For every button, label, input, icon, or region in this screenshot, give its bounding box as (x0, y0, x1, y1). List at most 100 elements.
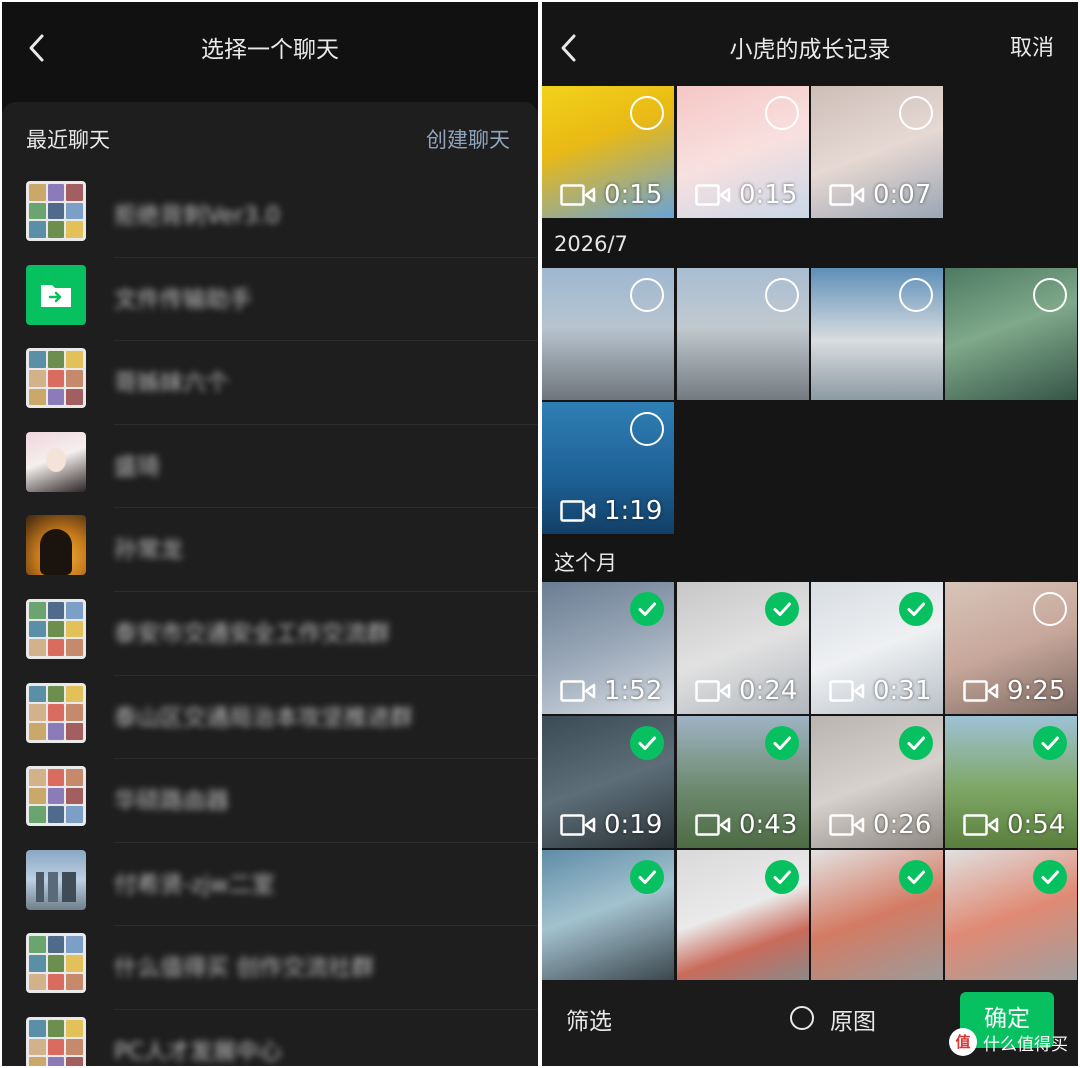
group-avatar-tile (47, 955, 65, 972)
selected-check-icon[interactable] (899, 592, 933, 626)
video-tile[interactable]: 1:52 (542, 582, 674, 714)
avatar (26, 431, 86, 492)
video-tile[interactable]: 0:15 (542, 86, 674, 218)
video-tile[interactable]: 0:07 (811, 86, 943, 218)
cancel-button[interactable]: 取消 (1010, 30, 1054, 62)
photo-tile[interactable] (945, 850, 1077, 982)
video-camera-icon (560, 500, 596, 522)
video-camera-icon (963, 680, 999, 702)
portrait-face (46, 447, 66, 472)
group-avatar-tile (29, 202, 46, 220)
video-tile[interactable]: 9:25 (945, 582, 1077, 714)
selected-check-icon[interactable] (1033, 726, 1067, 760)
photo-tile[interactable] (677, 268, 809, 400)
video-tile[interactable]: 0:43 (677, 716, 809, 848)
original-image-label[interactable]: 原图 (830, 1002, 876, 1036)
photo-tile[interactable] (811, 850, 943, 982)
selected-check-icon[interactable] (765, 860, 799, 894)
chat-item[interactable]: 华硕路由器 (2, 759, 538, 843)
video-duration: 9:25 (1007, 676, 1066, 706)
selected-check-icon[interactable] (899, 860, 933, 894)
group-avatar-tile (47, 221, 65, 238)
photo-tile[interactable] (811, 268, 943, 400)
chat-item[interactable]: 泰山区交通局治本攻坚推进群 (2, 676, 538, 760)
select-circle-icon[interactable] (899, 278, 933, 312)
select-circle-icon[interactable] (765, 96, 799, 130)
selected-check-icon[interactable] (765, 592, 799, 626)
chat-name: PC人才发展中心 (114, 1038, 282, 1065)
original-image-radio[interactable] (790, 1006, 814, 1030)
group-avatar-tile (29, 1057, 46, 1066)
chat-item[interactable]: 泰安市交通安全工作交流群 (2, 592, 538, 676)
select-circle-icon[interactable] (765, 278, 799, 312)
photo-tile[interactable] (945, 268, 1077, 400)
group-avatar-tile (29, 639, 46, 656)
chat-name: 泰安市交通安全工作交流群 (114, 620, 390, 647)
video-duration: 0:19 (604, 810, 663, 840)
chat-item[interactable]: 什么值得买 创作交流社群 (2, 926, 538, 1010)
video-camera-icon (695, 814, 731, 836)
photo-tile[interactable] (542, 850, 674, 982)
video-tile[interactable]: 0:19 (542, 716, 674, 848)
top-bar: 选择一个聊天 (2, 2, 538, 92)
video-tile[interactable]: 0:54 (945, 716, 1077, 848)
group-avatar-grid (26, 598, 86, 659)
page-title: 选择一个聊天 (201, 37, 339, 63)
video-tile[interactable]: 0:24 (677, 582, 809, 714)
group-avatar-tile (47, 1057, 65, 1066)
selected-check-icon[interactable] (630, 726, 664, 760)
selected-check-icon[interactable] (899, 726, 933, 760)
chat-item[interactable]: PC人才发展中心 (2, 1010, 538, 1066)
group-avatar-tile (66, 722, 83, 740)
group-avatar-tile (47, 202, 65, 220)
video-camera-icon (963, 814, 999, 836)
video-duration: 0:15 (739, 180, 798, 210)
select-circle-icon[interactable] (1033, 278, 1067, 312)
chat-item[interactable]: 拒绝背刺Ver3.0 (2, 174, 538, 258)
avatar (26, 682, 86, 743)
video-duration: 1:19 (604, 496, 663, 526)
album-title: 小虎的成长记录 (729, 37, 891, 63)
photo-tile[interactable] (542, 268, 674, 400)
select-circle-icon[interactable] (1033, 592, 1067, 626)
video-tile[interactable]: 0:31 (811, 582, 943, 714)
video-tile[interactable]: 1:19 (542, 402, 674, 534)
group-avatar-tile (29, 1019, 46, 1037)
video-badge: 0:24 (695, 676, 797, 706)
select-circle-icon[interactable] (630, 278, 664, 312)
video-badge: 0:15 (560, 180, 662, 210)
group-avatar-tile (29, 806, 46, 824)
chat-item[interactable]: 哥姊妹六个 (2, 341, 538, 425)
video-tile[interactable]: 0:15 (677, 86, 809, 218)
group-avatar-tile (47, 601, 65, 619)
chat-item[interactable]: 盛琦 (2, 425, 538, 509)
video-tile[interactable]: 0:26 (811, 716, 943, 848)
selected-check-icon[interactable] (765, 726, 799, 760)
group-avatar-tile (47, 369, 65, 387)
chat-item[interactable]: 付希贤-zjw二室 (2, 843, 538, 927)
selected-check-icon[interactable] (630, 860, 664, 894)
smzdm-logo-icon: 值 (949, 1028, 977, 1056)
chat-name: 拒绝背刺Ver3.0 (114, 203, 281, 229)
select-circle-icon[interactable] (899, 96, 933, 130)
chat-item[interactable]: 孙常龙 (2, 508, 538, 592)
share-chat-screen: 选择一个聊天 最近聊天 创建聊天 拒绝背刺Ver3.0 文件传输助手 哥姊妹六个 盛琦… (2, 2, 538, 1066)
select-circle-icon[interactable] (630, 412, 664, 446)
chat-item[interactable]: 文件传输助手 (2, 258, 538, 342)
video-camera-icon (829, 814, 865, 836)
photo-tile[interactable] (677, 850, 809, 982)
filter-button[interactable]: 筛选 (566, 1002, 612, 1036)
create-chat-link[interactable]: 创建聊天 (426, 124, 510, 154)
group-avatar-tile (66, 184, 83, 201)
video-badge: 0:54 (963, 810, 1065, 840)
avatar (26, 264, 86, 325)
city-skyline (36, 871, 76, 902)
selected-check-icon[interactable] (1033, 860, 1067, 894)
group-avatar-tile (47, 806, 65, 824)
select-circle-icon[interactable] (630, 96, 664, 130)
group-avatar-tile (29, 351, 46, 368)
selected-check-icon[interactable] (630, 592, 664, 626)
video-camera-icon (695, 680, 731, 702)
group-avatar-tile (66, 973, 83, 991)
group-avatar-tile (47, 620, 65, 638)
